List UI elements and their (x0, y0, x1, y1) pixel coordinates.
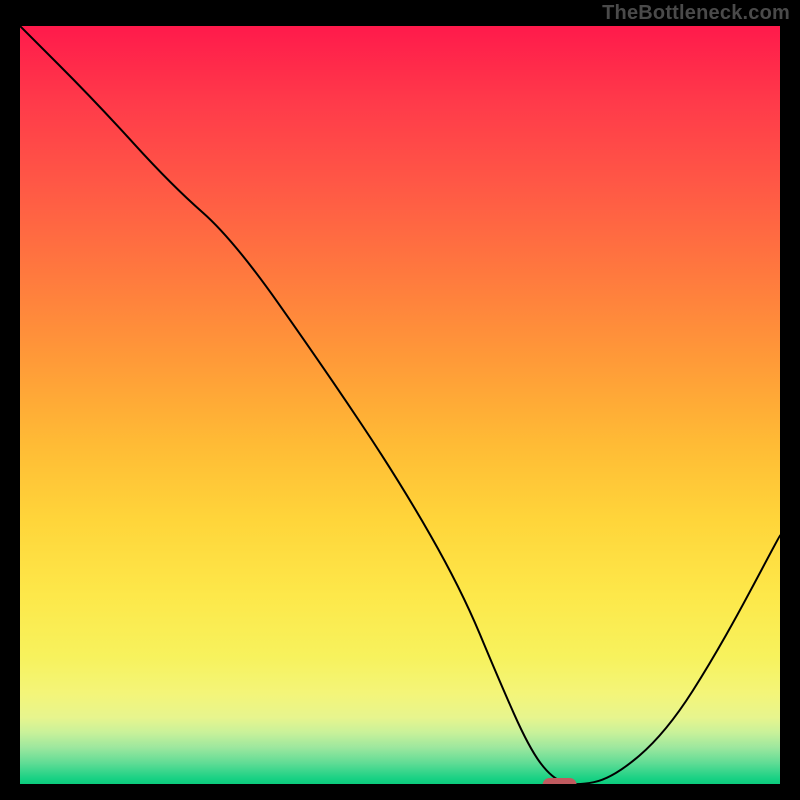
watermark-text: TheBottleneck.com (602, 2, 790, 25)
bottleneck-curve-path (20, 26, 780, 784)
chart-frame: TheBottleneck.com (0, 0, 800, 800)
plot-area (20, 26, 780, 786)
curve-layer (20, 26, 780, 786)
